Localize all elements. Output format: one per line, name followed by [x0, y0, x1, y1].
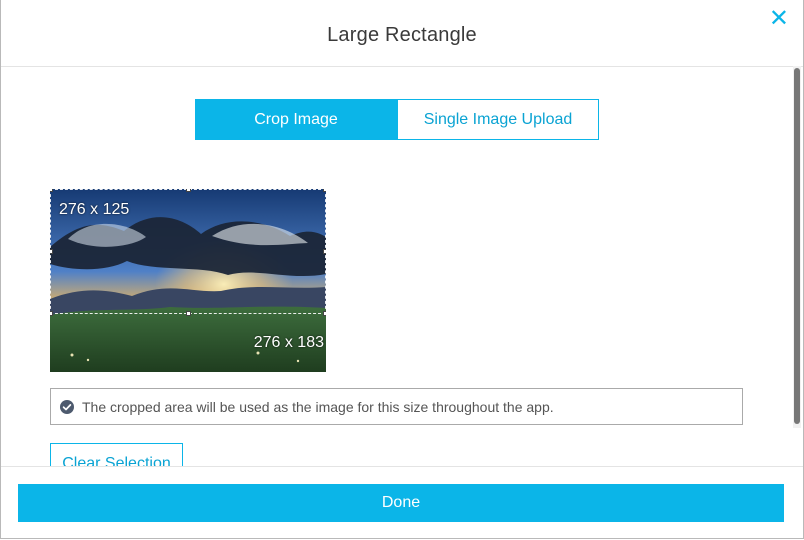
modal-title: Large Rectangle — [327, 24, 477, 46]
crop-preview[interactable]: 276 x 125 276 x 183 — [50, 189, 326, 372]
mode-tabs: Crop Image Single Image Upload — [195, 99, 599, 140]
tab-single-image-upload[interactable]: Single Image Upload — [397, 99, 599, 140]
crop-handle-right[interactable] — [323, 249, 326, 254]
crop-handle-bottom[interactable] — [186, 311, 191, 316]
crop-handle-bottom-left[interactable] — [50, 311, 53, 316]
scrollbar-thumb[interactable] — [794, 68, 800, 424]
check-circle-icon — [60, 399, 74, 414]
crop-handle-top-right[interactable] — [323, 189, 326, 192]
crop-handle-bottom-right[interactable] — [323, 311, 326, 316]
close-icon[interactable]: ✕ — [769, 5, 789, 31]
selection-size-label: 276 x 125 — [59, 201, 130, 218]
image-size-label: 276 x 183 — [253, 334, 324, 351]
tab-crop-image[interactable]: Crop Image — [195, 99, 397, 140]
modal-scrollbar[interactable] — [793, 66, 801, 428]
crop-handle-top[interactable] — [186, 189, 191, 192]
done-button[interactable]: Done — [18, 484, 784, 522]
info-text: The cropped area will be used as the ima… — [82, 398, 554, 415]
crop-handle-left[interactable] — [50, 249, 53, 254]
image-crop-modal: Large Rectangle ✕ Crop Image Single Imag… — [0, 0, 804, 539]
crop-handle-top-left[interactable] — [50, 189, 53, 192]
crop-info-message: The cropped area will be used as the ima… — [50, 388, 743, 425]
modal-header: Large Rectangle — [1, 4, 803, 67]
